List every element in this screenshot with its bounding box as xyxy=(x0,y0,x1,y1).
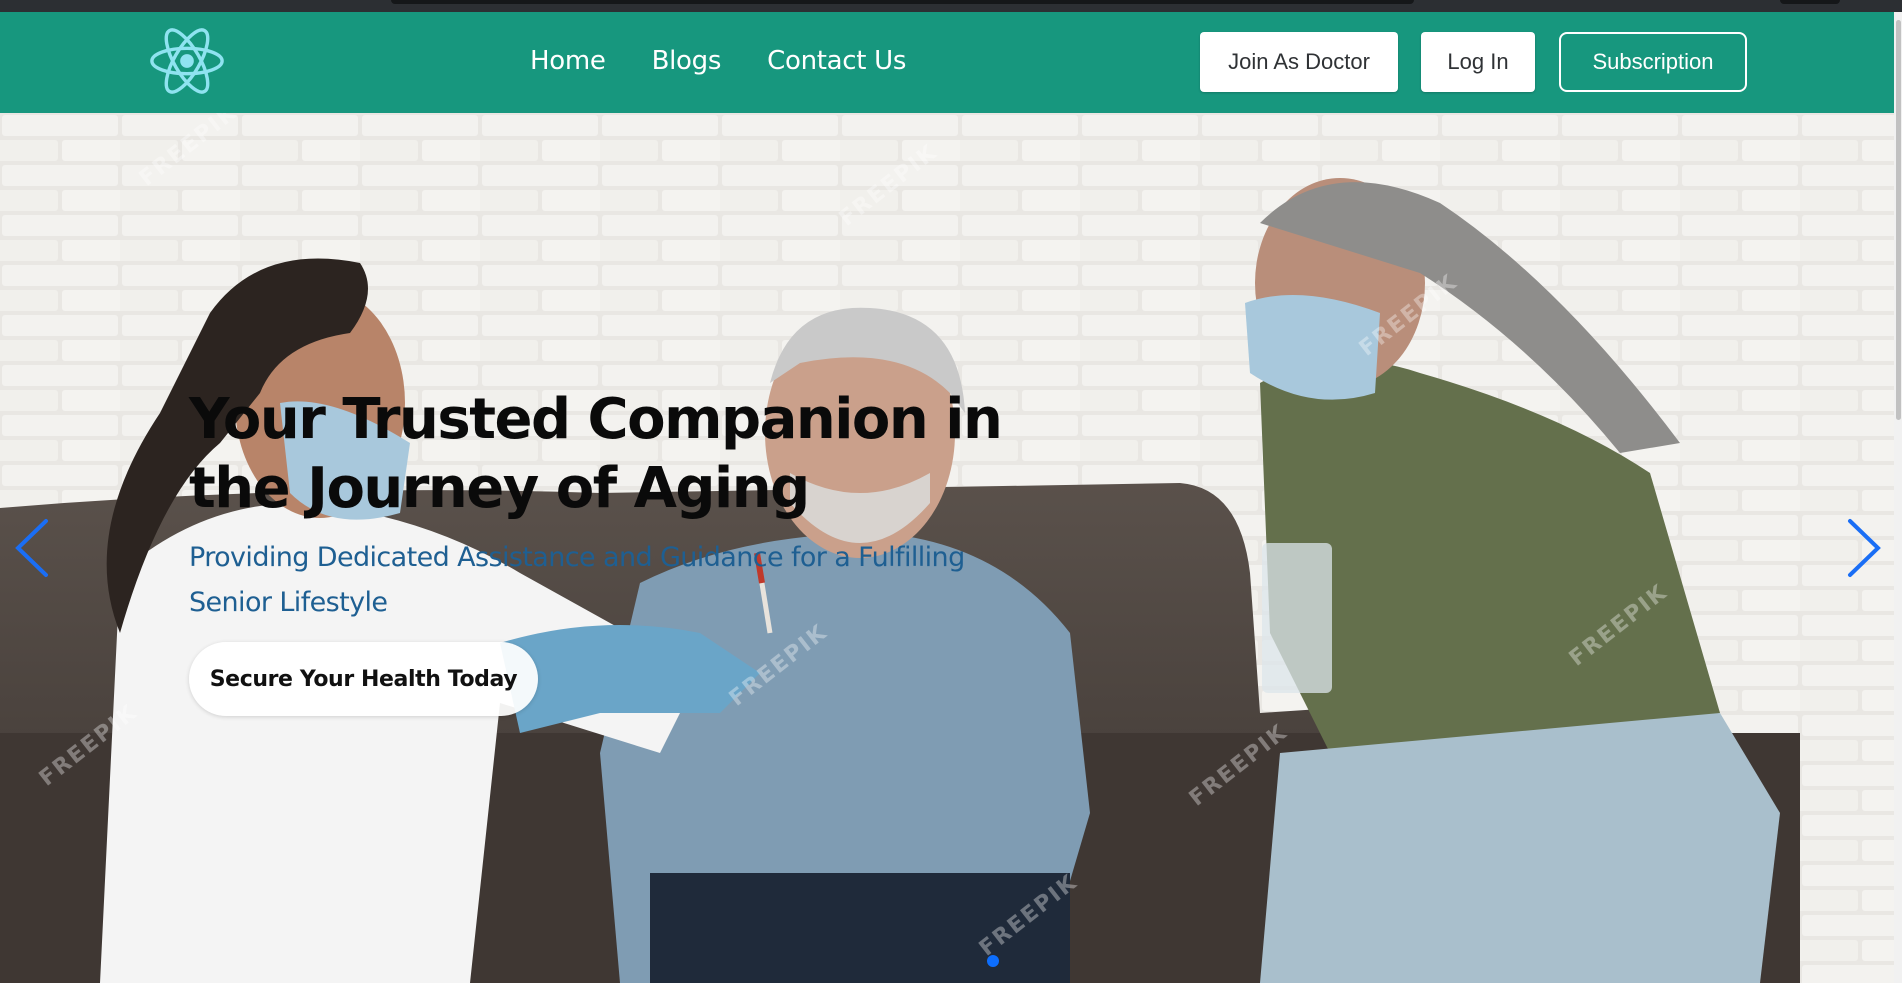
subscription-button[interactable]: Subscription xyxy=(1559,32,1747,92)
react-atom-icon[interactable] xyxy=(148,22,226,100)
scrollbar-thumb[interactable] xyxy=(1896,20,1901,420)
hero-subtitle: Providing Dedicated Assistance and Guida… xyxy=(189,542,965,618)
nav-home-link[interactable]: Home xyxy=(530,46,606,76)
nav-blogs-link[interactable]: Blogs xyxy=(652,46,722,76)
secure-health-button[interactable]: Secure Your Health Today xyxy=(189,642,538,716)
nav-links: Home Blogs Contact Us xyxy=(530,46,906,76)
hero-carousel: FREEPIK FREEPIK FREEPIK FREEPIK FREEPIK … xyxy=(0,113,1894,983)
browser-tab-bar-right xyxy=(1780,0,1840,4)
chevron-right-icon[interactable] xyxy=(1836,513,1886,583)
chevron-left-icon[interactable] xyxy=(10,513,60,583)
navbar: Home Blogs Contact Us Join As Doctor Log… xyxy=(0,12,1902,113)
carousel-indicator[interactable] xyxy=(987,955,999,967)
browser-top-strip xyxy=(0,0,1902,12)
login-button[interactable]: Log In xyxy=(1421,32,1535,92)
hero-title: Your Trusted Companion in the Journey of… xyxy=(189,387,1003,521)
hero-caption: Your Trusted Companion in the Journey of… xyxy=(189,385,1089,625)
join-as-doctor-button[interactable]: Join As Doctor xyxy=(1200,32,1398,92)
browser-tab-bar xyxy=(391,0,1414,4)
nav-contact-link[interactable]: Contact Us xyxy=(767,46,906,76)
